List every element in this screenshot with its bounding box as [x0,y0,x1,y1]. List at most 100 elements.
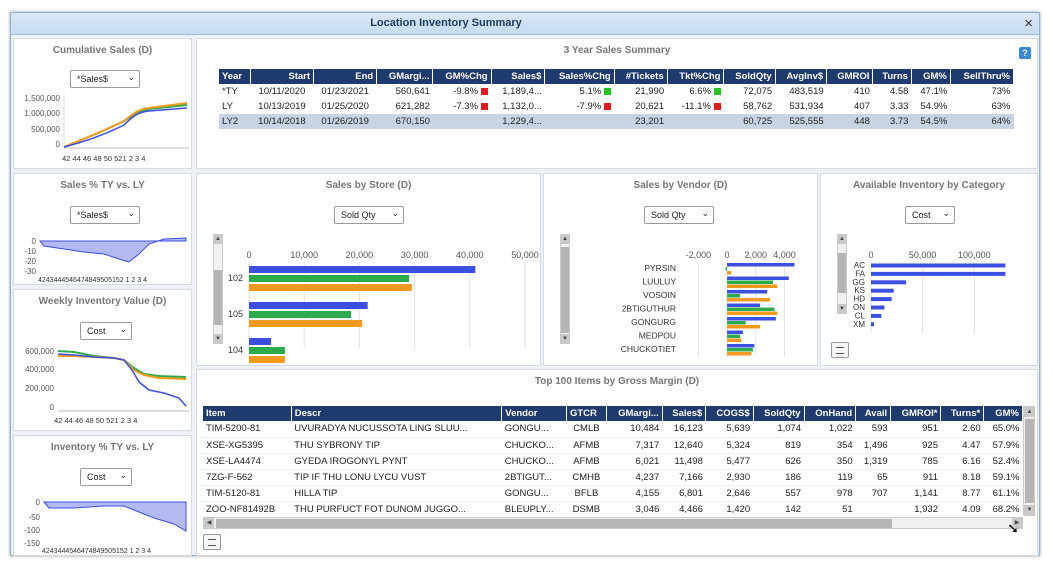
items-col-header[interactable]: COGS$ [705,406,754,421]
summary-col-header[interactable]: Turns [872,69,912,84]
category-bar [871,322,875,327]
table-cell: 7ZG-F-562 [203,469,292,486]
items-col-header[interactable]: Vendor [501,406,567,421]
table-row[interactable]: ZOO-NF81492B THU PURFUCT FOT DUNOM JUGGO.… [203,501,1023,518]
items-menu-icon[interactable] [203,534,221,550]
category-bar [871,288,894,293]
series-ty-line [63,107,188,148]
table-cell: TIP IF THU LONU LYCU VUST [291,469,502,486]
table-row[interactable]: XSE-XG5395 THU SYBRONY TIP CHUCKO... AFMB 7,… [203,437,1023,454]
items-col-header[interactable]: GM% [983,406,1023,421]
category-bar [871,313,882,318]
table-cell: GONGU... [501,421,567,438]
sales-by-vendor-chart: -2,000 0 2,000 4,000 PYRSIN LUULUY VOSOIN 2BTIG… [621,250,796,356]
weekly-inventory-panel: Weekly Inventory Value (D) Cost ⌄ 600,000… [13,289,192,431]
sales-summary-title: 3 Year Sales Summary [563,45,671,56]
items-col-header[interactable]: Avail [855,406,892,421]
summary-col-header[interactable]: GM% [911,69,951,84]
summary-row[interactable]: LY2 10/14/2018 01/26/2019 670,150 1,229,4...… [219,114,1014,129]
xtick-labels: 4243444546474849505152 1 2 3 4 [38,277,147,284]
table-cell: 2.60 [940,421,984,438]
scrollbar-thumb[interactable] [1025,419,1034,503]
items-col-header[interactable]: GMargi... [606,406,663,421]
sales-pct-panel: Sales % TY vs. LY *Sales$ ⌄ 0 -10 -20 -30… [13,173,192,285]
bar-ty [727,263,795,267]
summary-col-header[interactable]: End [313,69,378,84]
items-col-header[interactable]: OnHand [804,406,857,421]
bar-ly2 [727,334,740,338]
table-row[interactable]: TIM-5120-81 HILLA TIP GONGU... BFLB 4,155 6,8… [203,485,1023,502]
help-icon[interactable]: ? [1019,47,1031,59]
ytick: 1,500,000 [24,94,60,103]
summary-cell: 410 [854,86,870,97]
table-cell: XSE-XG5395 [203,437,292,454]
scrollbar-thumb[interactable] [216,519,892,528]
bar-ly2 [249,311,352,318]
scroll-up-icon[interactable]: ▲ [1024,407,1035,417]
summary-cell: -9.8% [433,84,491,99]
items-col-header[interactable]: GTCR [566,406,607,421]
summary-cell: 23,201 [614,114,668,129]
inventory-pct-chart: 0 -50 -100 -150 4243444546474849505152 1… [24,498,187,555]
summary-col-header[interactable]: GMargi... [376,69,434,84]
summary-cell: 47.1% [920,86,948,97]
summary-cell: 20,621 [635,101,665,112]
table-cell: 51 [804,501,856,518]
items-col-header[interactable]: Item [203,406,292,421]
close-icon[interactable]: × [1024,15,1033,32]
inventory-pct-panel: Inventory % TY vs. LY Cost ⌄ 0 -50 -100 -… [13,435,192,556]
summary-col-header[interactable]: Year [219,69,251,84]
ytick: 200,000 [25,384,54,393]
table-cell: 1,420 [705,501,754,518]
bar-ly [727,338,742,342]
scroll-down-icon[interactable]: ▼ [1024,505,1035,515]
summary-col-header[interactable]: Sales$ [491,69,546,84]
items-vertical-scrollbar[interactable]: ▲ ▼ [1023,406,1035,516]
mouse-cursor-icon: ➘ [1007,520,1019,536]
summary-cell: 10/13/2019 [258,101,306,112]
summary-col-header[interactable]: SoldQty [723,69,776,84]
items-horizontal-scrollbar[interactable]: ◀ ▶ [203,517,1023,529]
top-items-panel: Top 100 Items by Gross Margin (D) Item De… [196,369,1038,556]
ytick: -30 [24,267,36,276]
table-row[interactable]: XSE-LA4474 GYEDA IROGONYL PYNT CHUCKO... AF… [203,453,1023,470]
summary-col-header[interactable]: AvgInv$ [775,69,828,84]
table-cell: 186 [753,469,805,486]
table-cell: 1,932 [890,501,941,518]
table-cell: THU SYBRONY TIP [291,437,502,454]
summary-col-header[interactable]: Tkt%Chg [667,69,725,84]
table-cell: 5,639 [705,421,754,438]
table-cell: 8.18 [940,469,984,486]
summary-col-header[interactable]: Start [250,69,315,84]
sales-pct-chart: 0 -10 -20 -30 4243444546474849505152 1 2… [24,237,187,284]
table-cell: 4,155 [606,485,663,502]
ytick: -20 [24,257,36,266]
items-col-header[interactable]: Turns* [940,406,985,421]
summary-cell: 01/26/2019 [313,114,377,129]
top-items-table: Item Descr Vendor GTCR GMargi... Sales$ COGS$ S… [203,406,1023,518]
table-row[interactable]: TIM-5200-81 UVURADYA NUCUSSOTA LING SLUU.… [203,421,1023,438]
table-cell: AFMB [566,453,607,470]
items-col-header[interactable]: Sales$ [662,406,707,421]
summary-col-header[interactable]: GMROI [826,69,874,84]
summary-cell: 60,725 [723,114,776,129]
items-col-header[interactable]: Descr [291,406,503,421]
sales-summary-panel: 3 Year Sales Summary ? Year Start End GMarg… [196,38,1038,169]
summary-col-header[interactable]: #Tickets [614,69,668,84]
summary-col-header[interactable]: GM%Chg [432,69,492,84]
bar-ty [249,266,476,273]
weekly-inventory-chart: 600,000 400,000 200,000 0 42 44 46 48 50… [25,347,189,425]
summary-col-header[interactable]: SellThru% [950,69,1015,84]
bar-ly2 [727,280,773,284]
summary-row[interactable]: LY 10/13/2019 01/25/2020 621,282 -7.3% 1,132,… [219,99,1014,114]
summary-col-header[interactable]: Sales%Chg [544,69,615,84]
table-row[interactable]: 7ZG-F-562 TIP IF THU LONU LYCU VUST 2BTIGU… [203,469,1023,486]
xtick-label: 100,000 [958,250,991,260]
items-col-header[interactable]: GMROI* [890,406,942,421]
summary-row[interactable]: *TY 10/11/2020 01/23/2021 560,641 -9.8% 1,189… [219,84,1014,99]
sales-summary-table: Year Start End GMargi... GM%Chg Sales$ Sales%C… [219,69,1015,129]
items-header-row: Item Descr Vendor GTCR GMargi... Sales$ COGS$ S… [203,406,1023,421]
scroll-left-icon[interactable]: ◀ [204,518,214,529]
vendor-label: PYRSIN [644,263,676,273]
items-col-header[interactable]: SoldQty [753,406,805,421]
